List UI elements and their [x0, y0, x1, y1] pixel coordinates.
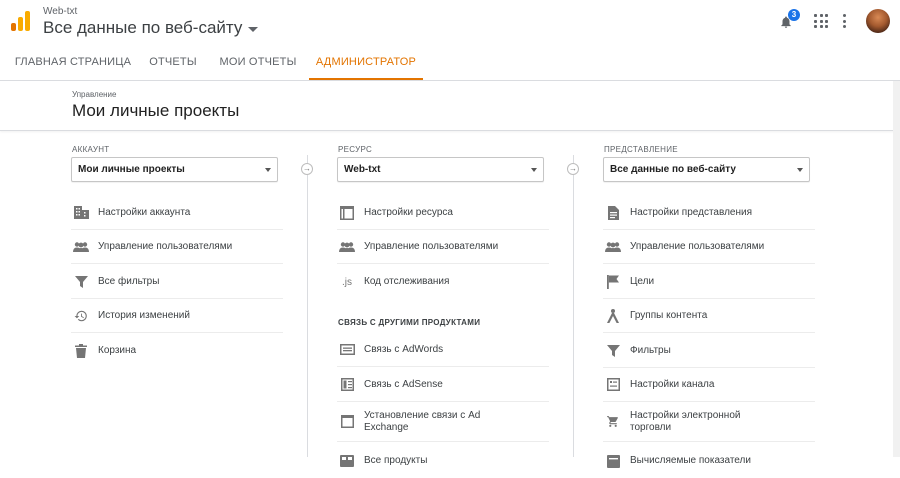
- building-icon: [73, 205, 89, 221]
- avatar[interactable]: [866, 9, 890, 33]
- item-label: Установление связи с Ad Exchange: [364, 409, 481, 433]
- item-label: Код отслеживания: [364, 276, 450, 287]
- item-label: Управление пользователями: [630, 240, 765, 252]
- property-settings-item[interactable]: Настройки ресурса: [337, 196, 549, 230]
- item-label: Корзина: [98, 345, 137, 356]
- flag-icon: [605, 274, 621, 290]
- item-label: Связь с AdWords: [364, 343, 444, 355]
- account-settings-item[interactable]: Настройки аккаунта: [71, 196, 283, 230]
- account-name: Web-txt: [43, 6, 78, 17]
- view-title: Все данные по веб-сайту: [43, 18, 243, 37]
- account-column: АККАУНТ Мои личные проекты Настройки акк…: [0, 131, 300, 457]
- view-picker[interactable]: Все данные по веб-сайту: [43, 18, 259, 38]
- page-header: Управление Мои личные проекты: [0, 81, 900, 131]
- view-users-item[interactable]: Управление пользователями: [603, 230, 815, 264]
- adwords-link-item[interactable]: Связь с AdWords: [337, 333, 549, 367]
- section-heading: СВЯЗЬ С ДРУГИМИ ПРОДУКТАМИ: [338, 318, 481, 327]
- window-icon: [339, 205, 355, 221]
- item-label: Настройки электронной торговли: [630, 409, 741, 433]
- analytics-logo[interactable]: [11, 11, 33, 31]
- notifications-button[interactable]: 3: [778, 8, 800, 34]
- item-label: Связь с AdSense: [364, 378, 443, 390]
- dropdown-arrow-icon: [531, 168, 537, 172]
- history-icon: [73, 308, 89, 324]
- tab-my-reports[interactable]: МОИ ОТЧЕТЫ: [212, 44, 304, 80]
- calculated-metrics-item[interactable]: Вычисляемые показатели: [603, 444, 815, 478]
- account-users-item[interactable]: Управление пользователями: [71, 230, 283, 264]
- filter-icon: [73, 274, 89, 290]
- view-select-value: Все данные по веб-сайту: [610, 164, 736, 175]
- item-label: Группы контента: [630, 309, 708, 321]
- property-users-item[interactable]: Управление пользователями: [337, 230, 549, 264]
- channel-icon: [605, 377, 621, 393]
- channel-settings-item[interactable]: Настройки канала: [603, 368, 815, 402]
- view-column-label: ПРЕДСТАВЛЕНИЕ: [604, 145, 678, 154]
- adexchange-link-item[interactable]: Установление связи с Ad Exchange: [337, 402, 549, 442]
- item-label: Настройки ресурса: [364, 206, 453, 218]
- dropdown-arrow-icon: [265, 168, 271, 172]
- tab-reports[interactable]: ОТЧЕТЫ: [141, 44, 205, 80]
- cart-icon: [605, 414, 621, 430]
- breadcrumb[interactable]: Управление: [72, 90, 116, 99]
- filter-icon: [605, 343, 621, 359]
- notification-badge: 3: [788, 9, 800, 21]
- change-history-item[interactable]: История изменений: [71, 299, 283, 333]
- calculated-icon: [605, 453, 621, 469]
- products-icon: [339, 453, 355, 469]
- ecommerce-settings-item[interactable]: Настройки электронной торговли: [603, 402, 815, 442]
- item-label: История изменений: [98, 309, 190, 321]
- property-column-label: РЕСУРС: [338, 145, 373, 154]
- more-options-icon[interactable]: [842, 14, 846, 28]
- view-settings-item[interactable]: Настройки представления: [603, 196, 815, 230]
- caret-down-icon: [248, 26, 259, 32]
- item-label: Все фильтры: [98, 275, 160, 287]
- users-icon: [605, 239, 621, 255]
- adexchange-icon: [339, 414, 355, 430]
- tracking-code-item[interactable]: .js Код отслеживания: [337, 265, 549, 299]
- adsense-icon: [339, 377, 355, 393]
- item-label: Фильтры: [630, 344, 671, 356]
- all-products-item[interactable]: Все продукты: [337, 444, 549, 478]
- dropdown-arrow-icon: [797, 168, 803, 172]
- item-label: Настройки представления: [630, 206, 752, 218]
- trash-icon: [73, 343, 89, 359]
- apps-grid-icon[interactable]: [814, 14, 828, 28]
- item-label: Управление пользователями: [364, 240, 499, 252]
- view-column: ПРЕДСТАВЛЕНИЕ Все данные по веб-сайту На…: [570, 131, 900, 468]
- account-select[interactable]: Мои личные проекты: [71, 157, 278, 182]
- adwords-icon: [339, 342, 355, 358]
- item-label: Цели: [630, 275, 655, 287]
- all-filters-item[interactable]: Все фильтры: [71, 265, 283, 299]
- content-groups-item[interactable]: Группы контента: [603, 299, 815, 333]
- property-column: РЕСУРС Web-txt Настройки ресурса Управле…: [300, 131, 570, 467]
- item-label: Настройки аккаунта: [98, 206, 191, 218]
- account-select-value: Мои личные проекты: [78, 164, 185, 175]
- tab-home[interactable]: ГЛАВНАЯ СТРАНИЦА: [10, 44, 136, 80]
- goals-item[interactable]: Цели: [603, 265, 815, 299]
- content-group-icon: [605, 308, 621, 324]
- adsense-link-item[interactable]: Связь с AdSense: [337, 368, 549, 402]
- js-icon: .js: [342, 276, 352, 288]
- view-select[interactable]: Все данные по веб-сайту: [603, 157, 810, 182]
- users-icon: [339, 239, 355, 255]
- main-nav: ГЛАВНАЯ СТРАНИЦА ОТЧЕТЫ МОИ ОТЧЕТЫ АДМИН…: [0, 44, 900, 81]
- account-column-label: АККАУНТ: [72, 145, 110, 154]
- property-select-value: Web-txt: [344, 164, 381, 175]
- item-label: Управление пользователями: [98, 240, 233, 252]
- item-label: Настройки канала: [630, 378, 715, 390]
- page-title: Мои личные проекты: [72, 101, 240, 120]
- document-icon: [605, 205, 621, 221]
- property-select[interactable]: Web-txt: [337, 157, 544, 182]
- users-icon: [73, 239, 89, 255]
- tab-admin[interactable]: АДМИНИСТРАТОР: [309, 44, 423, 80]
- trash-item[interactable]: Корзина: [71, 334, 283, 368]
- filters-item[interactable]: Фильтры: [603, 334, 815, 368]
- app-header: Web-txt Все данные по веб-сайту 3: [0, 0, 900, 44]
